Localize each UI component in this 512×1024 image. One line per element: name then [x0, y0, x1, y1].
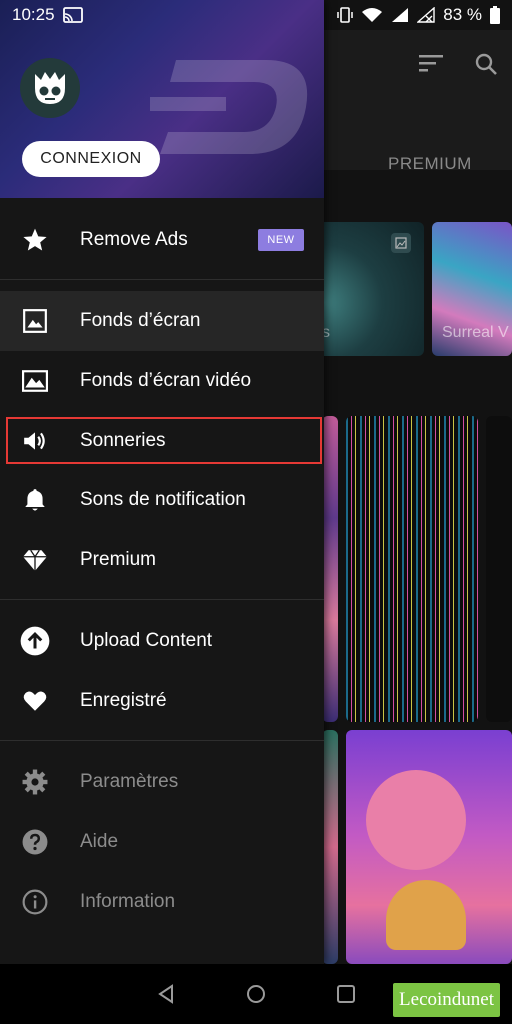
help-icon — [22, 829, 48, 855]
menu-item-upload-content[interactable]: Upload Content — [0, 611, 324, 671]
login-button[interactable]: CONNEXION — [22, 141, 160, 177]
menu-item-label: Sons de notification — [80, 489, 246, 510]
star-icon — [23, 228, 47, 251]
heart-icon — [23, 691, 47, 711]
highlight-annotation — [6, 417, 322, 464]
status-bar: 10:25 83 % — [0, 0, 512, 30]
recents-icon[interactable] — [336, 984, 356, 1004]
wallpaper-thumb[interactable] — [486, 416, 512, 722]
info-icon — [22, 889, 48, 915]
landscape-icon — [22, 370, 48, 392]
status-time: 10:25 — [12, 5, 55, 24]
wallpaper-thumb-label: Surreal V — [442, 324, 509, 341]
wallpaper-thumb[interactable] — [346, 416, 478, 722]
avatar[interactable] — [20, 58, 80, 118]
menu-item-premium[interactable]: Premium — [0, 530, 324, 590]
back-icon[interactable] — [156, 984, 176, 1004]
gear-icon — [22, 769, 48, 795]
vibrate-icon — [337, 7, 353, 23]
wifi-icon — [362, 8, 383, 22]
menu-item-label: Fonds d’écran vidéo — [80, 370, 252, 391]
menu-item-video-wallpapers[interactable]: Fonds d’écran vidéo — [0, 351, 324, 411]
sort-icon[interactable] — [418, 52, 444, 74]
menu-item-label: Paramètres — [80, 771, 179, 792]
menu-item-wallpapers[interactable]: Fonds d’écran — [0, 291, 324, 351]
menu-item-label: Remove Ads — [80, 229, 188, 250]
menu-item-label: Information — [80, 891, 176, 912]
menu-item-label: Aide — [80, 831, 119, 852]
watermark-logo: Lecoindunet — [393, 983, 500, 1017]
avatar-icon — [35, 72, 65, 104]
search-icon[interactable] — [474, 52, 498, 76]
menu-item-help[interactable]: Aide — [0, 812, 324, 872]
menu-item-saved[interactable]: Enregistré — [0, 671, 324, 731]
home-icon[interactable] — [246, 984, 266, 1004]
signal-off-icon — [417, 7, 435, 23]
cast-icon — [62, 7, 83, 23]
bell-icon — [25, 489, 45, 511]
wallpaper-thumb[interactable]: Surreal V — [432, 222, 512, 356]
image-icon — [23, 309, 47, 333]
diamond-icon — [23, 549, 47, 571]
zedge-logo — [150, 60, 308, 154]
wallpaper-thumb[interactable] — [346, 730, 512, 964]
battery-icon — [490, 6, 500, 24]
new-badge: NEW — [258, 229, 304, 251]
signal-icon — [392, 8, 409, 22]
divider — [0, 279, 324, 280]
menu-item-label: Upload Content — [80, 630, 213, 651]
tab-premium[interactable]: PREMIUM — [388, 154, 472, 174]
upload-icon — [20, 626, 50, 656]
divider — [0, 599, 324, 600]
menu-item-settings[interactable]: Paramètres — [0, 752, 324, 812]
menu-item-label: Enregistré — [80, 690, 167, 711]
wallpaper-thumb[interactable] — [322, 730, 338, 964]
menu-item-notification-sounds[interactable]: Sons de notification — [0, 470, 324, 530]
divider — [0, 740, 324, 741]
image-type-icon — [391, 233, 411, 253]
wallpaper-thumb[interactable] — [322, 416, 338, 722]
menu-item-information[interactable]: Information — [0, 872, 324, 932]
menu-item-label: Premium — [80, 549, 157, 570]
navigation-drawer: CONNEXION Remove Ads NEW Fonds d’écran F… — [0, 0, 324, 964]
menu-item-label: Fonds d’écran — [80, 310, 201, 331]
battery-percent: 83 % — [443, 5, 482, 24]
